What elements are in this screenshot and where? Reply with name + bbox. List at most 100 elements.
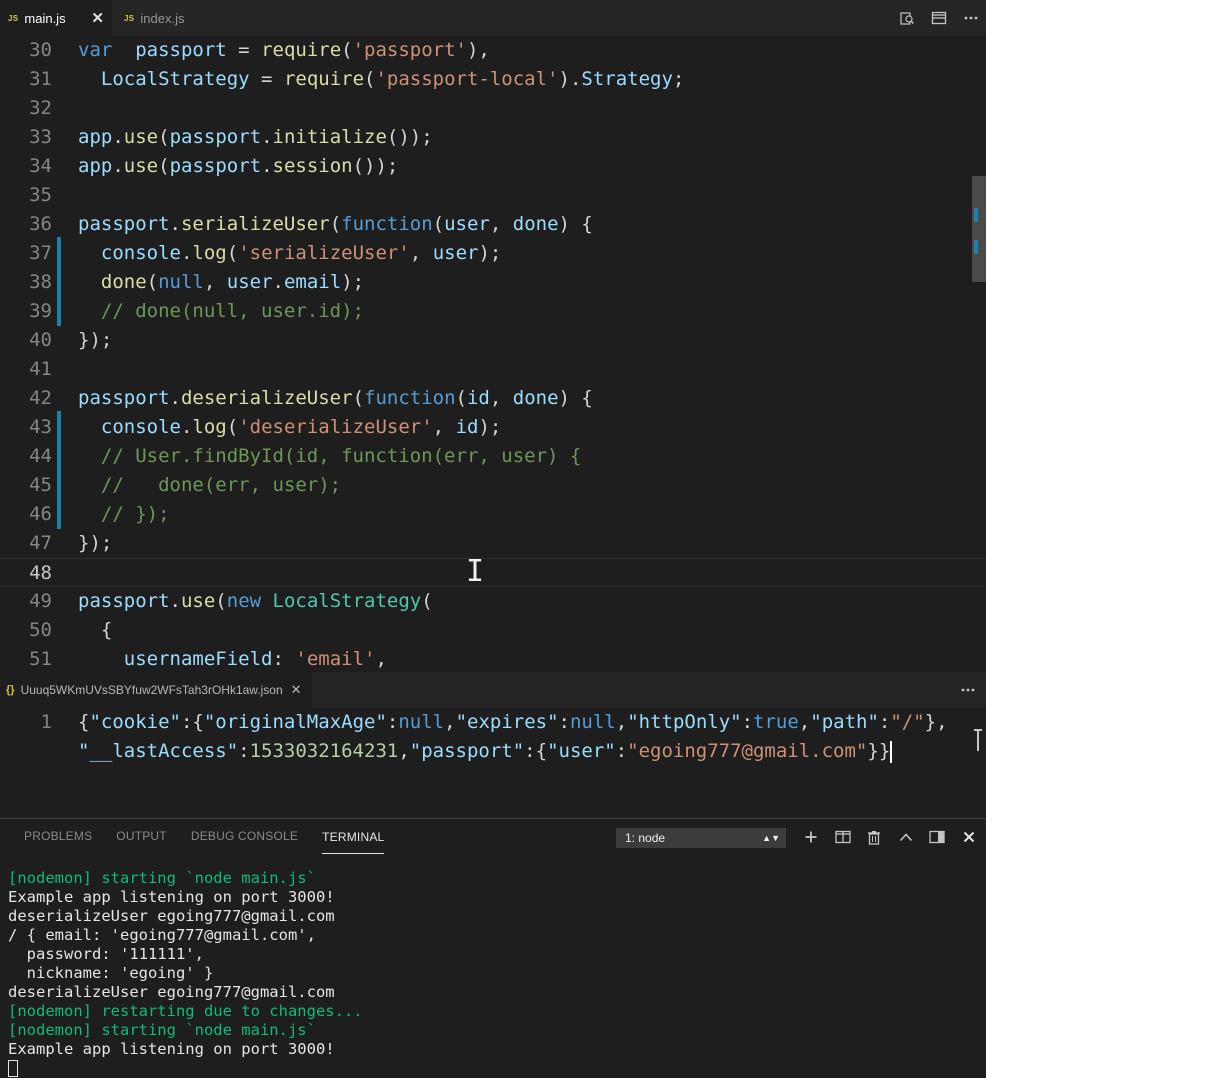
code-token: 'email' [295, 648, 376, 670]
code-token: ( [146, 271, 159, 293]
tab-label: main.js [24, 10, 66, 26]
tab-index-js[interactable]: JS index.js [116, 0, 228, 36]
code-line[interactable]: 41 [0, 355, 986, 384]
code-line[interactable]: 46 // }); [0, 500, 986, 529]
code-token: : [386, 711, 399, 733]
code-token: }} [867, 740, 891, 762]
text-cursor [890, 740, 893, 763]
terminal-line: password: '111111', [8, 945, 204, 963]
code-token: "__lastAccess" [78, 740, 239, 762]
close-panel-icon[interactable] [958, 831, 980, 843]
line-number: 31 [29, 68, 52, 90]
tab-terminal[interactable]: TERMINAL [322, 820, 385, 854]
tab-debug-console[interactable]: DEBUG CONSOLE [191, 819, 322, 855]
code-editor[interactable]: I 30 var passport = require('passport'), 3… [0, 36, 986, 672]
code-token: use [180, 590, 216, 612]
json-editor-scrollbar[interactable] [972, 708, 986, 818]
more-actions-icon[interactable] [962, 9, 980, 27]
code-token: { [78, 711, 90, 733]
terminal-output[interactable]: [nodemon] starting `node main.js` Example… [8, 869, 978, 1078]
code-token: ); [478, 242, 502, 264]
code-token: ( [341, 39, 353, 61]
tab-problems[interactable]: PROBLEMS [0, 819, 116, 855]
open-changes-icon[interactable] [898, 9, 916, 27]
code-line[interactable]: 33 app.use(passport.initialize()); [0, 123, 986, 152]
code-token: 'passport-local' [375, 68, 559, 90]
code-line[interactable]: 32 [0, 94, 986, 123]
terminal-line: [nodemon] starting `node main.js` [8, 869, 316, 887]
code-token: , [432, 416, 456, 438]
code-line[interactable]: 37 console.log('serializeUser', user); [0, 239, 986, 268]
code-line[interactable]: 39 // done(null, user.id); [0, 297, 986, 326]
code-token: function [341, 213, 433, 235]
close-icon[interactable]: ✕ [91, 0, 104, 36]
code-token: : [558, 711, 570, 733]
code-line[interactable]: 34 app.use(passport.session()); [0, 152, 986, 181]
code-line[interactable]: 36 passport.serializeUser(function(user, … [0, 210, 986, 239]
code-token: done [512, 387, 559, 409]
code-token: "httpOnly" [627, 711, 742, 733]
tab-main-js[interactable]: JS main.js ✕ [0, 0, 112, 36]
code-line[interactable]: 31 LocalStrategy = require('passport-loc… [0, 65, 986, 94]
code-token: passport [78, 213, 170, 235]
code-token: ( [158, 126, 170, 148]
code-token: null [158, 271, 204, 293]
split-terminal-icon[interactable] [832, 830, 854, 844]
line-number: 47 [29, 532, 52, 554]
code-line[interactable]: 47}); [0, 529, 986, 558]
vscode-window: JS main.js ✕ JS index.js I 30 var passpor [0, 0, 986, 1078]
code-text: var passport = require('passport'), [78, 36, 490, 65]
json-line[interactable]: {"cookie":{"originalMaxAge":null,"expire… [78, 708, 948, 737]
line-number: 45 [29, 474, 52, 496]
json-line[interactable]: "__lastAccess":1533032164231,"passport":… [78, 737, 893, 766]
code-token: app [78, 155, 113, 177]
code-token: require [261, 39, 342, 61]
code-token: initialize [272, 126, 387, 148]
code-line[interactable]: 44 // User.findById(id, function(err, us… [0, 442, 986, 471]
code-token: passport [169, 126, 262, 148]
code-line[interactable]: 50 { [0, 616, 986, 645]
code-token: function [364, 387, 456, 409]
code-token: id [466, 387, 490, 409]
line-number: 49 [29, 590, 52, 612]
close-icon[interactable]: ✕ [291, 682, 302, 698]
code-token: // done(null, user.id); [100, 300, 364, 322]
code-line[interactable]: 45 // done(err, user); [0, 471, 986, 500]
code-token: ( [421, 590, 433, 612]
terminal-select[interactable]: 1: node ▲▼ [616, 828, 786, 848]
code-token: id [455, 416, 479, 438]
code-line[interactable]: 40}); [0, 326, 986, 355]
maximize-panel-icon[interactable] [895, 832, 917, 842]
code-text: // User.findById(id, function(err, user)… [78, 442, 581, 471]
code-token: console [100, 242, 181, 264]
code-line[interactable]: 38 done(null, user.email); [0, 268, 986, 297]
tab-output[interactable]: OUTPUT [116, 819, 191, 855]
current-code-line[interactable]: 48 [0, 558, 986, 587]
code-token: ); [341, 271, 365, 293]
code-line[interactable]: 35 [0, 181, 986, 210]
terminal-line: Example app listening on port 3000! [8, 888, 335, 906]
code-line[interactable]: 42 passport.deserializeUser(function(id, … [0, 384, 986, 413]
code-token: , [615, 711, 628, 733]
code-token: user [444, 213, 490, 235]
code-line[interactable]: 51 usernameField: 'email', [0, 645, 986, 672]
kill-terminal-icon[interactable] [863, 830, 885, 845]
add-terminal-icon[interactable] [800, 830, 822, 844]
code-token: usernameField [123, 648, 273, 670]
more-actions-icon[interactable] [960, 672, 976, 708]
js-file-icon: JS [8, 13, 19, 23]
toggle-panel-position-icon[interactable] [926, 830, 948, 844]
code-token: , [203, 271, 227, 293]
split-editor-icon[interactable] [930, 9, 948, 27]
code-line[interactable]: 49 passport.use(new LocalStrategy( [0, 587, 986, 616]
tab-session-json[interactable]: {} Uuuq5WKmUVsSBYfuw2WFsTah3rOHk1aw.json… [0, 672, 312, 708]
terminal-prompt-line [8, 1059, 978, 1078]
code-token: "/" [890, 711, 925, 733]
code-token: done [512, 213, 559, 235]
code-token: ()); [352, 155, 399, 177]
terminal-line: [nodemon] starting `node main.js` [8, 1021, 316, 1039]
code-line[interactable]: 30 var passport = require('passport'), [0, 36, 986, 65]
code-line[interactable]: 43 console.log('deserializeUser', id); [0, 413, 986, 442]
json-editor[interactable]: 1 {"cookie":{"originalMaxAge":null,"expi… [0, 708, 986, 818]
